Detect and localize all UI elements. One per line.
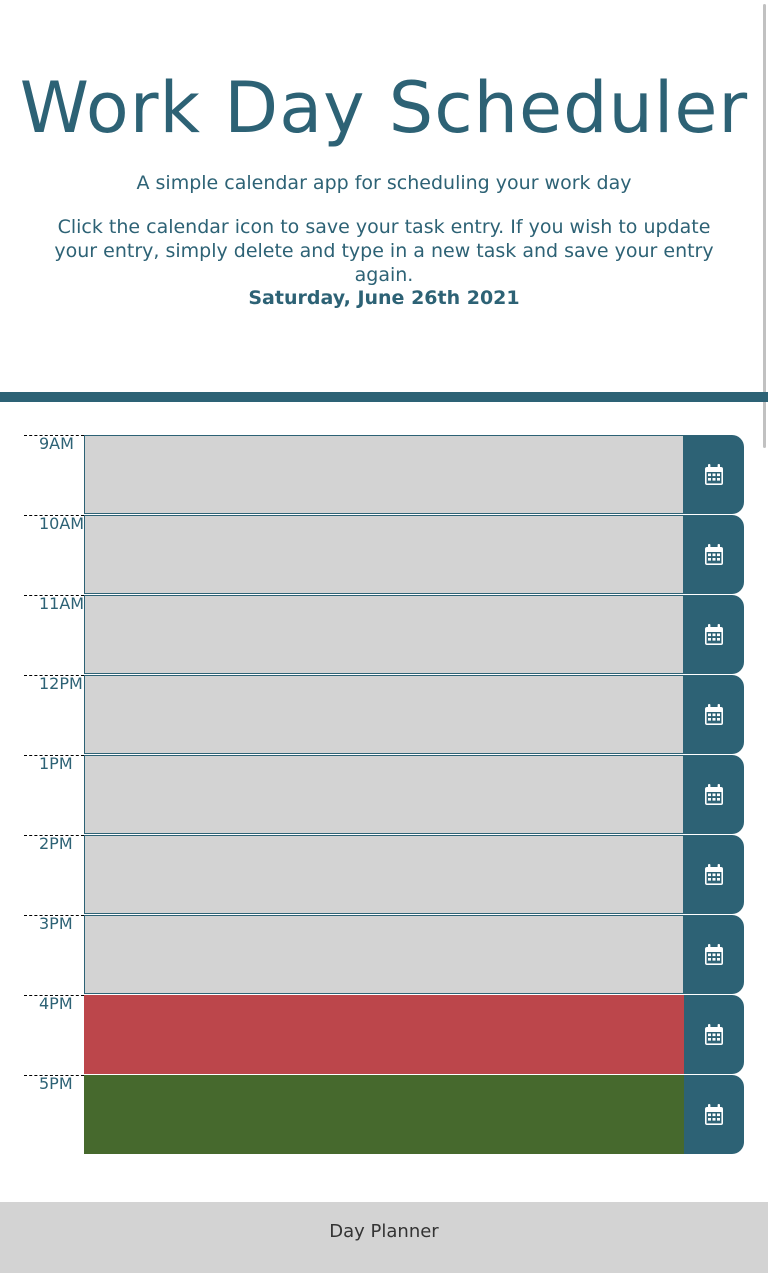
hour-label: 5PM	[39, 1074, 73, 1093]
calendar-save-icon	[705, 463, 723, 485]
calendar-save-icon	[705, 623, 723, 645]
footer: Day Planner	[0, 1202, 768, 1273]
time-block-row: 9AM	[24, 435, 744, 515]
save-button[interactable]	[684, 515, 744, 594]
time-block-row: 2PM	[24, 835, 744, 915]
task-input[interactable]	[84, 515, 684, 594]
save-button[interactable]	[684, 1075, 744, 1154]
hour-label-cell: 2PM	[24, 835, 84, 915]
hour-label-cell: 1PM	[24, 755, 84, 835]
footer-text: Day Planner	[329, 1221, 439, 1242]
hour-label: 12PM	[39, 674, 83, 693]
time-block-row: 3PM	[24, 915, 744, 995]
hour-label-cell: 9AM	[24, 435, 84, 515]
page-subtitle: A simple calendar app for scheduling you…	[136, 172, 632, 194]
task-input[interactable]	[84, 755, 684, 834]
hour-label: 2PM	[39, 834, 73, 853]
task-input[interactable]	[84, 915, 684, 994]
save-button[interactable]	[684, 675, 744, 754]
hour-label: 3PM	[39, 914, 73, 933]
save-button[interactable]	[684, 995, 744, 1074]
calendar-save-icon	[705, 783, 723, 805]
current-day: Saturday, June 26th 2021	[248, 287, 520, 309]
task-input[interactable]	[84, 675, 684, 754]
calendar-save-icon	[705, 703, 723, 725]
calendar-save-icon	[705, 1023, 723, 1045]
hour-label: 1PM	[39, 754, 73, 773]
page-title: Work Day Scheduler	[19, 67, 749, 149]
calendar-save-icon	[705, 1103, 723, 1125]
calendar-save-icon	[705, 543, 723, 565]
header-divider	[0, 392, 768, 402]
hour-label: 11AM	[39, 594, 85, 613]
save-button[interactable]	[684, 595, 744, 674]
save-button[interactable]	[684, 755, 744, 834]
task-input[interactable]	[84, 435, 684, 514]
header: Work Day Scheduler A simple calendar app…	[0, 0, 768, 392]
schedule: 9AM 10AM 11AM 12PM 1PM 2PM 3PM 4PM 5PM	[24, 435, 744, 1155]
task-input[interactable]	[84, 1075, 684, 1154]
hour-label-cell: 10AM	[24, 515, 84, 595]
time-block-row: 10AM	[24, 515, 744, 595]
hour-label: 9AM	[39, 434, 74, 453]
task-input[interactable]	[84, 835, 684, 914]
time-block-row: 11AM	[24, 595, 744, 675]
save-button[interactable]	[684, 435, 744, 514]
calendar-save-icon	[705, 863, 723, 885]
task-input[interactable]	[84, 995, 684, 1074]
time-block-row: 12PM	[24, 675, 744, 755]
save-button[interactable]	[684, 915, 744, 994]
time-block-row: 5PM	[24, 1075, 744, 1155]
hour-label-cell: 11AM	[24, 595, 84, 675]
calendar-save-icon	[705, 943, 723, 965]
time-block-row: 4PM	[24, 995, 744, 1075]
instructions-text: Click the calendar icon to save your tas…	[54, 216, 714, 286]
page: Work Day Scheduler A simple calendar app…	[0, 0, 768, 1273]
hour-label-cell: 5PM	[24, 1075, 84, 1155]
hour-label-cell: 3PM	[24, 915, 84, 995]
hour-label-cell: 12PM	[24, 675, 84, 755]
save-button[interactable]	[684, 835, 744, 914]
task-input[interactable]	[84, 595, 684, 674]
hour-label-cell: 4PM	[24, 995, 84, 1075]
hour-label: 4PM	[39, 994, 73, 1013]
hour-label: 10AM	[39, 514, 85, 533]
time-block-row: 1PM	[24, 755, 744, 835]
